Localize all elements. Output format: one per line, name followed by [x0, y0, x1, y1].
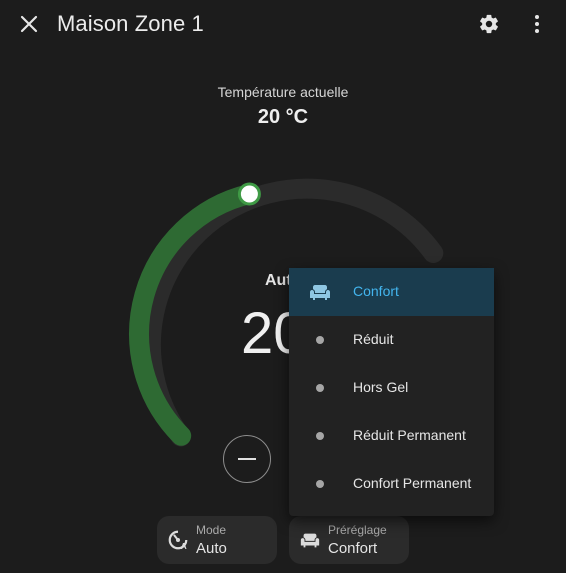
svg-text:A: A	[181, 542, 187, 551]
dial-handle[interactable]	[237, 182, 261, 206]
sofa-icon	[300, 533, 320, 548]
preset-option-confort[interactable]: Confort	[289, 268, 494, 316]
preset-option-label: Réduit Permanent	[353, 427, 466, 443]
dot-icon	[307, 472, 333, 496]
preset-chip-label: Préréglage	[328, 523, 387, 537]
dial-mode-label: Aut	[265, 272, 292, 289]
preset-option-confort-permanent[interactable]: Confort Permanent	[289, 460, 494, 508]
preset-chip-value: Confort	[328, 540, 378, 557]
preset-option-hors-gel[interactable]: Hors Gel	[289, 364, 494, 412]
dot-icon	[307, 424, 333, 448]
decrease-temperature-button[interactable]	[223, 435, 271, 483]
mode-chip-label: Mode	[196, 523, 227, 537]
preset-menu: Confort Réduit Hors Gel Réduit Permanent…	[289, 268, 494, 516]
dot-icon	[307, 328, 333, 352]
dot-icon	[307, 376, 333, 400]
mode-chip-value: Auto	[196, 540, 227, 557]
preset-option-label: Hors Gel	[353, 379, 409, 395]
thermostat-auto-icon: A	[168, 530, 188, 551]
sofa-icon	[307, 280, 333, 304]
mode-chip[interactable]: A Mode Auto	[157, 516, 277, 564]
preset-option-reduit-permanent[interactable]: Réduit Permanent	[289, 412, 494, 460]
preset-option-label: Confort	[353, 283, 399, 299]
preset-chip[interactable]: Préréglage Confort	[289, 516, 409, 564]
preset-option-label: Confort Permanent	[353, 475, 472, 491]
thermostat-dialog: Maison Zone 1 Température actuelle 20 °C…	[0, 0, 566, 573]
preset-option-reduit[interactable]: Réduit	[289, 316, 494, 364]
minus-icon	[238, 458, 256, 460]
preset-option-label: Réduit	[353, 331, 394, 347]
